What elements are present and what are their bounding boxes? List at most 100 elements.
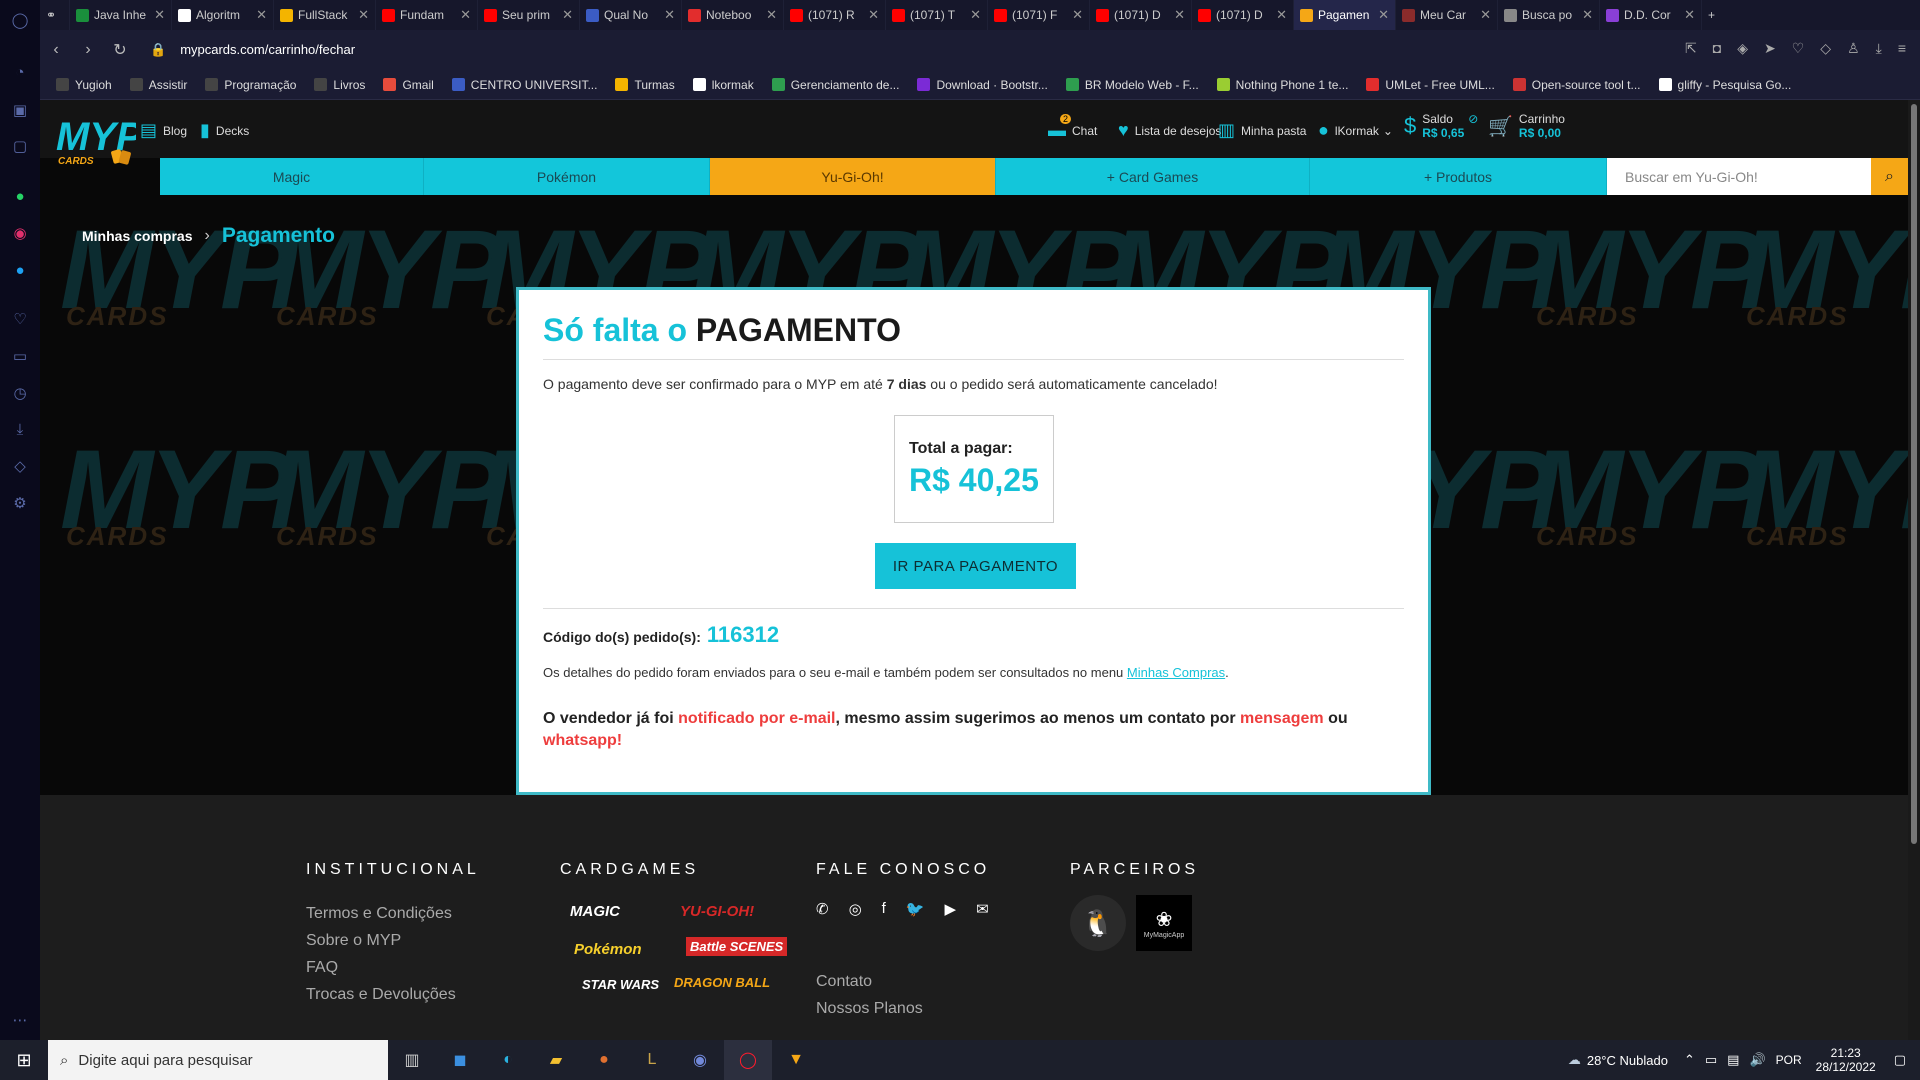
clock[interactable]: 21:23 28/12/2022 xyxy=(1816,1046,1876,1074)
valorant-icon[interactable]: ▼ xyxy=(772,1040,820,1080)
close-icon[interactable]: ✕ xyxy=(562,7,573,23)
site-search-input[interactable]: Buscar em Yu-Gi-Oh! xyxy=(1607,158,1871,195)
browser-tab[interactable]: Pagamen ✕ xyxy=(1294,0,1396,30)
store-icon[interactable]: ◼ xyxy=(436,1040,484,1080)
opera-logo-icon[interactable]: ◯ xyxy=(8,8,32,32)
twitter-icon[interactable]: ● xyxy=(8,258,32,282)
close-icon[interactable]: ✕ xyxy=(1480,7,1491,23)
send-icon[interactable]: ➤ xyxy=(1764,40,1776,57)
browser-tab[interactable]: (1071) T ✕ xyxy=(886,0,988,30)
bookmark-item[interactable]: Livros xyxy=(314,78,365,92)
camera-icon[interactable]: ◘ xyxy=(1713,40,1721,57)
star-wars-logo[interactable]: STAR WARS xyxy=(582,977,659,992)
cart-link[interactable]: 🛒 Carrinho R$ 0,00 xyxy=(1488,112,1565,140)
bookmark-item[interactable]: CENTRO UNIVERSIT... xyxy=(451,78,597,92)
dragon-ball-logo[interactable]: DRAGON BALL xyxy=(674,975,770,990)
browser-tab[interactable]: Noteboo ✕ xyxy=(682,0,784,30)
back-icon[interactable]: ‹ xyxy=(40,41,72,59)
browser-tab[interactable]: Busca po ✕ xyxy=(1498,0,1600,30)
close-icon[interactable]: ✕ xyxy=(766,7,777,23)
profile-icon[interactable]: ♙ xyxy=(1847,40,1860,57)
close-icon[interactable]: ✕ xyxy=(1276,7,1287,23)
blog-link[interactable]: ▤ Blog xyxy=(140,120,187,141)
footer-link-contato[interactable]: Contato xyxy=(816,973,872,991)
browser-tab[interactable]: Qual No ✕ xyxy=(580,0,682,30)
minhas-compras-link[interactable]: Minhas Compras xyxy=(1127,665,1225,680)
browser-tab[interactable]: FullStack ✕ xyxy=(274,0,376,30)
twitter-icon[interactable]: 🐦 xyxy=(906,900,925,918)
tab-search-icon[interactable]: ⚭ xyxy=(40,0,70,30)
whatsapp-icon[interactable]: ✆ xyxy=(816,900,829,918)
close-icon[interactable]: ✕ xyxy=(460,7,471,23)
speed-dial-icon[interactable]: ◔ xyxy=(8,60,32,84)
bookmark-item[interactable]: Programação xyxy=(205,78,296,92)
shield-icon[interactable]: ◈ xyxy=(1737,40,1748,57)
chevron-up-icon[interactable]: ⌃ xyxy=(1684,1052,1695,1068)
close-icon[interactable]: ✕ xyxy=(664,7,675,23)
close-icon[interactable]: ✕ xyxy=(1072,7,1083,23)
extensions-icon[interactable]: ◇ xyxy=(1820,40,1831,57)
heart-outline-icon[interactable]: ♡ xyxy=(1792,40,1805,57)
myp-logo[interactable]: MYP CARDS xyxy=(54,110,136,170)
pay-button[interactable]: IR PARA PAGAMENTO xyxy=(875,543,1076,589)
browser-tab[interactable]: (1071) R ✕ xyxy=(784,0,886,30)
chat-link[interactable]: ▬ 2 Chat xyxy=(1048,114,1097,141)
discord-icon[interactable]: ◉ xyxy=(676,1040,724,1080)
partner-1-logo[interactable]: 🐧 xyxy=(1070,895,1126,951)
weather-text[interactable]: 28°C Nublado xyxy=(1587,1053,1668,1068)
note-red-3[interactable]: whatsapp! xyxy=(543,732,622,749)
footer-link-faq[interactable]: FAQ xyxy=(306,959,338,977)
league-icon[interactable]: L xyxy=(628,1040,676,1080)
browser-tab[interactable]: Seu prim ✕ xyxy=(478,0,580,30)
browser-tab[interactable]: (1071) D ✕ xyxy=(1090,0,1192,30)
browser-tab[interactable]: Fundam ✕ xyxy=(376,0,478,30)
instagram-icon[interactable]: ◎ xyxy=(849,900,862,918)
footer-link-trocas[interactable]: Trocas e Devoluções xyxy=(306,986,456,1004)
language-indicator[interactable]: POR xyxy=(1776,1053,1802,1067)
nav-yugioh[interactable]: Yu-Gi-Oh! xyxy=(710,158,996,195)
breadcrumb-parent[interactable]: Minhas compras xyxy=(82,228,192,244)
note-red-2[interactable]: mensagem xyxy=(1240,710,1324,727)
browser-tab[interactable]: (1071) F ✕ xyxy=(988,0,1090,30)
facebook-icon[interactable]: f xyxy=(882,900,886,918)
pokemon-logo[interactable]: Pokémon xyxy=(574,941,642,958)
close-icon[interactable]: ✕ xyxy=(1684,7,1695,23)
bookmark-item[interactable]: UMLet - Free UML... xyxy=(1366,78,1495,92)
bookmark-item[interactable]: Download · Bootstr... xyxy=(917,78,1048,92)
bookmark-item[interactable]: gliffy - Pesquisa Go... xyxy=(1658,78,1791,92)
bookmark-item[interactable]: Turmas xyxy=(615,78,675,92)
notification-icon[interactable]: ▢ xyxy=(1894,1052,1906,1068)
footer-link-termos[interactable]: Termos e Condições xyxy=(306,905,452,923)
partner-2-logo[interactable]: ❀ MyMagicApp xyxy=(1136,895,1192,951)
close-icon[interactable]: ✕ xyxy=(154,7,165,23)
close-icon[interactable]: ✕ xyxy=(1174,7,1185,23)
microphone-icon[interactable]: ● xyxy=(580,1040,628,1080)
footer-link-planos[interactable]: Nossos Planos xyxy=(816,1000,923,1018)
heart-icon[interactable]: ♡ xyxy=(8,307,32,331)
volume-icon[interactable]: 🔊 xyxy=(1749,1052,1765,1068)
close-icon[interactable]: ✕ xyxy=(256,7,267,23)
new-tab-icon[interactable]: + xyxy=(1702,0,1732,30)
settings-icon[interactable]: ⚙ xyxy=(8,491,32,515)
bookmark-item[interactable]: Open-source tool t... xyxy=(1512,78,1641,92)
page-scrollbar[interactable] xyxy=(1908,100,1920,1040)
taskbar-search-input[interactable]: ⌕ Digite aqui para pesquisar xyxy=(48,1040,388,1080)
close-icon[interactable]: ✕ xyxy=(358,7,369,23)
magic-logo[interactable]: MAGIC xyxy=(570,903,620,920)
nav-magic[interactable]: Magic xyxy=(160,158,424,195)
downloads-icon[interactable]: ⤓ xyxy=(1876,40,1882,57)
browser-tab[interactable]: Meu Car ✕ xyxy=(1396,0,1498,30)
message-icon[interactable]: ▭ xyxy=(8,344,32,368)
share-icon[interactable]: ⇱ xyxy=(1685,40,1697,57)
bookmark-item[interactable]: lkormak xyxy=(692,78,754,92)
close-icon[interactable]: ✕ xyxy=(1378,7,1389,23)
browser-tab[interactable]: (1071) D ✕ xyxy=(1192,0,1294,30)
download-icon[interactable]: ⤓ xyxy=(8,417,32,441)
menu-icon[interactable]: ≡ xyxy=(1898,40,1906,57)
edge-icon[interactable]: ◐ xyxy=(484,1040,532,1080)
bookmark-item[interactable]: Assistir xyxy=(129,78,187,92)
forward-icon[interactable]: › xyxy=(72,41,104,59)
saldo-link[interactable]: $ Saldo R$ 0,65 ⊘ xyxy=(1404,112,1478,140)
browser-tab[interactable]: D.D. Cor ✕ xyxy=(1600,0,1702,30)
whatsapp-icon[interactable]: ● xyxy=(8,184,32,208)
